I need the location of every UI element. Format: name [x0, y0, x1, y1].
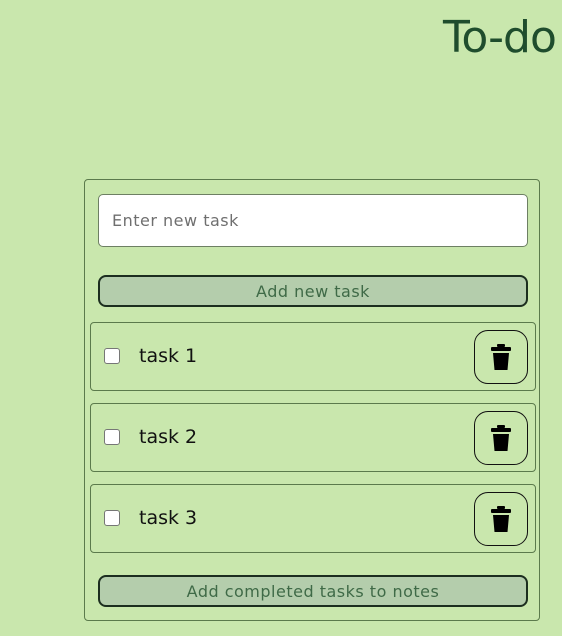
add-to-notes-button[interactable]: Add completed tasks to notes [98, 575, 528, 607]
task-checkbox[interactable] [104, 348, 120, 364]
task-item: task 3 [90, 484, 536, 553]
todo-panel: Add new task task 1 task 2 [84, 179, 540, 621]
task-item: task 2 [90, 403, 536, 472]
trash-icon [491, 344, 511, 370]
add-task-button[interactable]: Add new task [98, 275, 528, 307]
task-label: task 3 [139, 507, 198, 529]
task-list: task 1 task 2 task 3 [90, 322, 536, 565]
delete-task-button[interactable] [474, 492, 528, 546]
delete-task-button[interactable] [474, 330, 528, 384]
delete-task-button[interactable] [474, 411, 528, 465]
trash-icon [491, 506, 511, 532]
task-checkbox[interactable] [104, 510, 120, 526]
task-checkbox[interactable] [104, 429, 120, 445]
task-label: task 1 [139, 345, 198, 367]
trash-icon [491, 425, 511, 451]
page-title: To-do [443, 12, 557, 63]
task-item: task 1 [90, 322, 536, 391]
task-label: task 2 [139, 426, 198, 448]
new-task-input[interactable] [98, 194, 528, 247]
